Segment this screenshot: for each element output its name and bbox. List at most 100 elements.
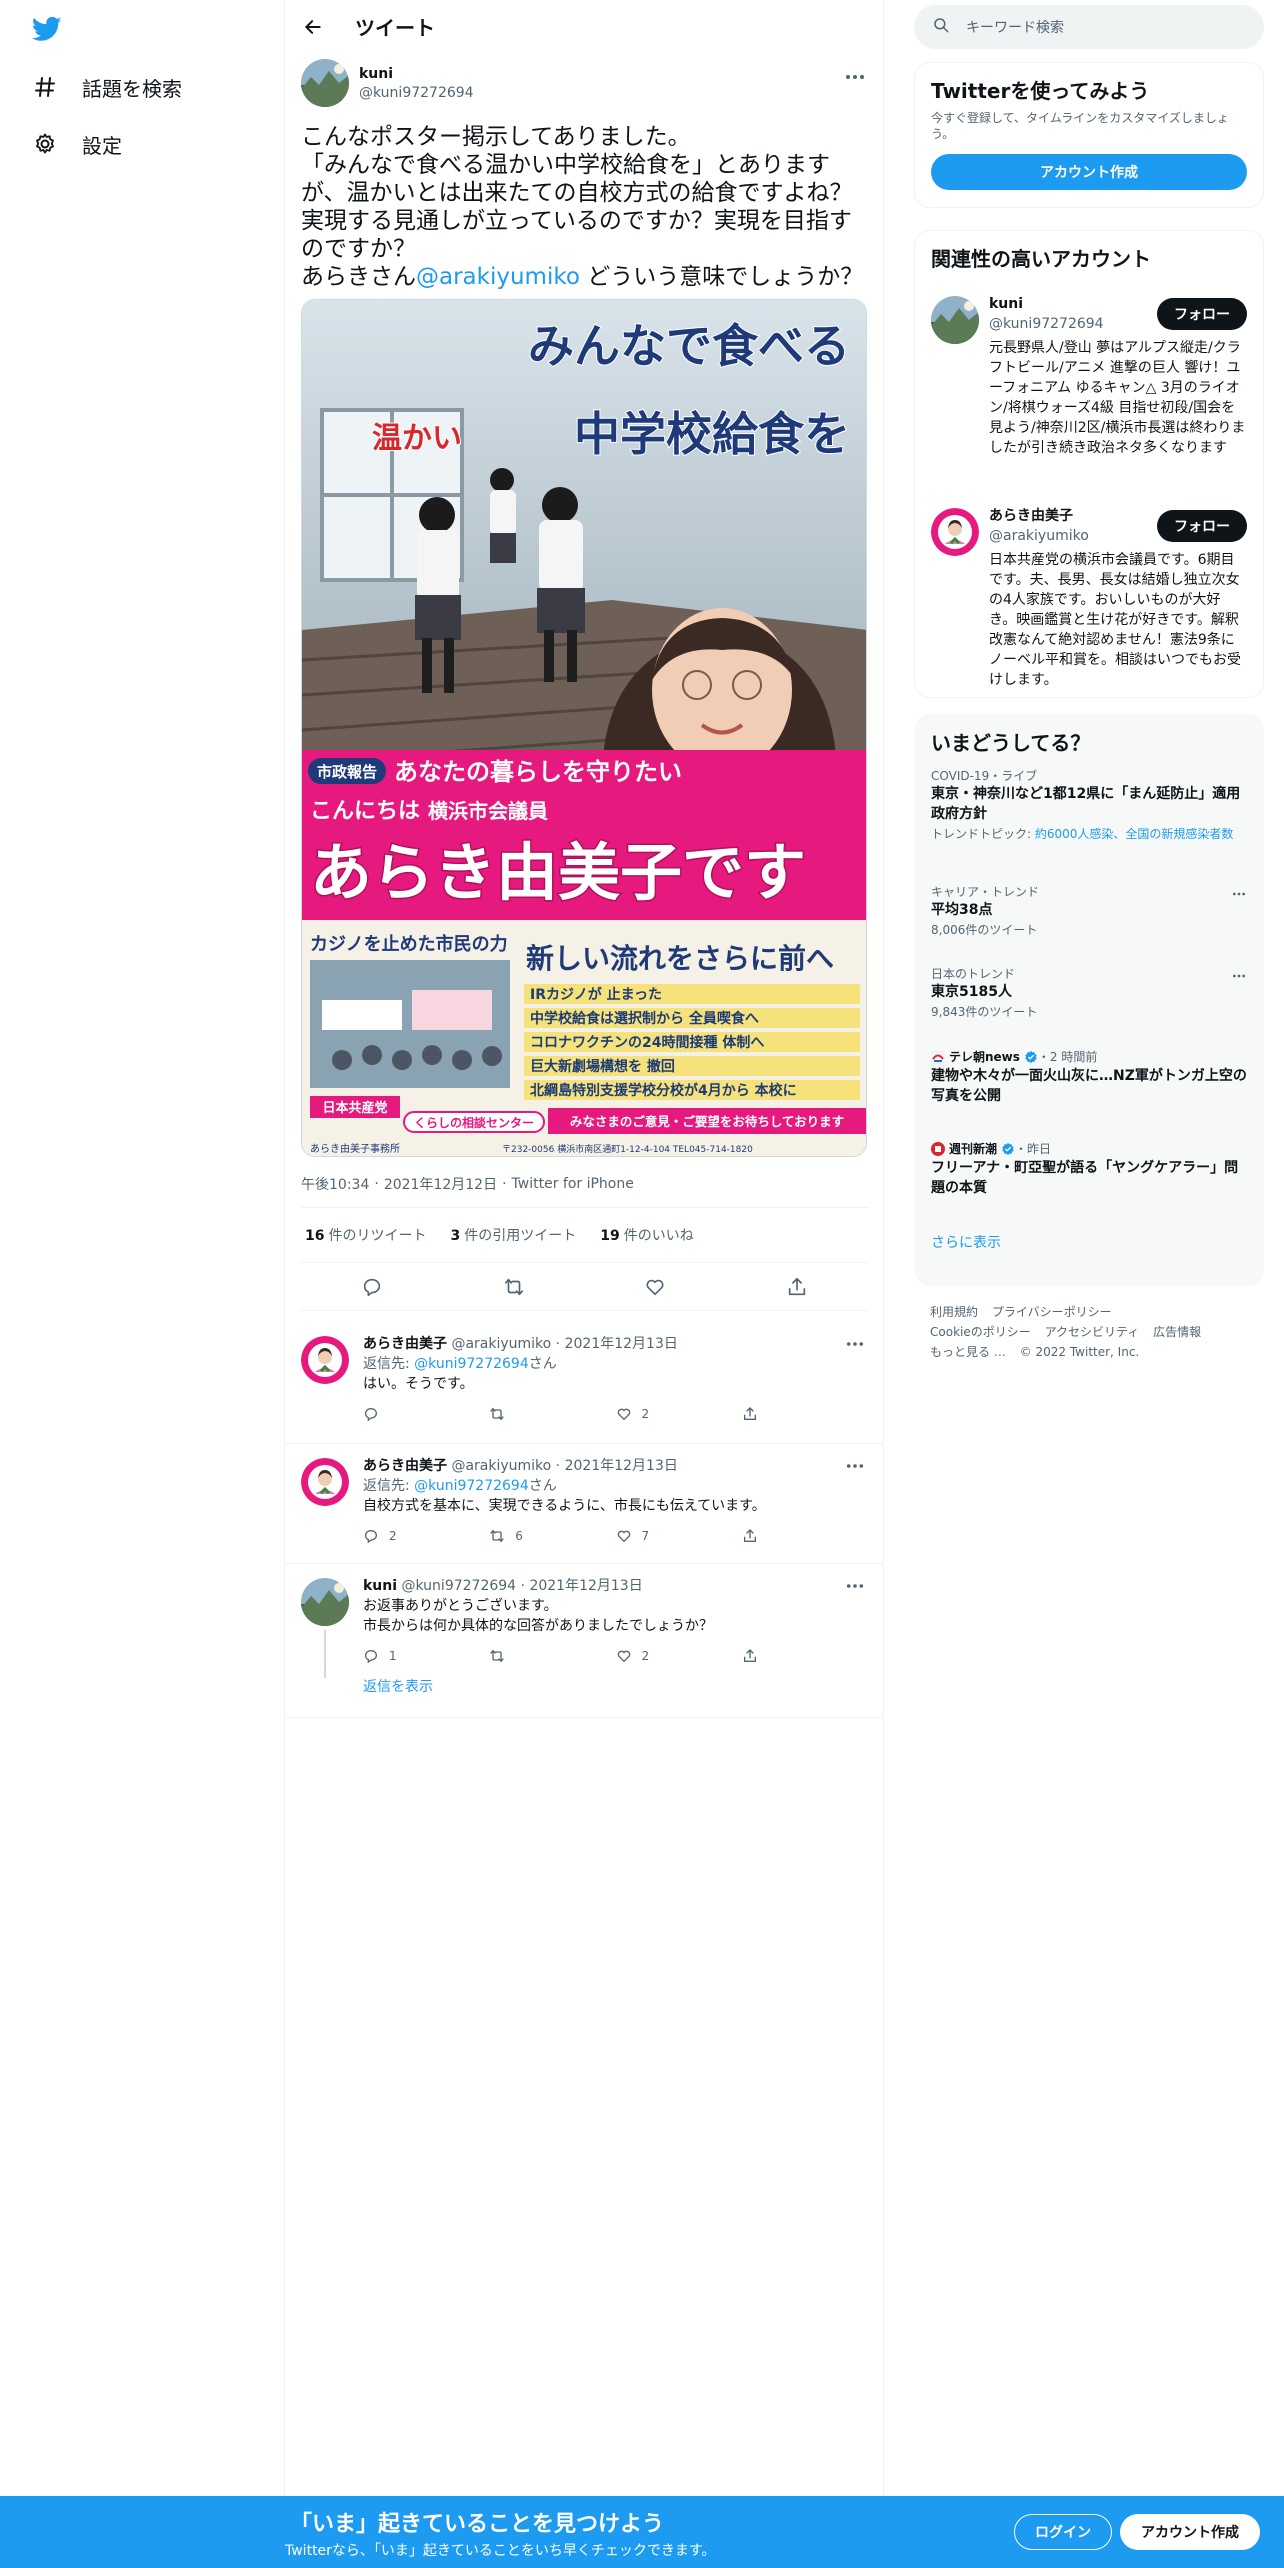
like-button[interactable]: 2 (616, 1646, 742, 1666)
reply-text: はい。そうです。 (363, 1376, 474, 1392)
login-button[interactable]: ログイン (1014, 2514, 1112, 2550)
avatar[interactable] (931, 508, 979, 556)
poster-headline-1: みんなで食べる (528, 319, 850, 373)
more-options-icon[interactable] (1229, 968, 1249, 984)
reply-tweet[interactable]: kuni @kuni97272694 · 2021年12月13日 お返事ありがと… (285, 1564, 884, 1718)
reply-button[interactable]: 1 (363, 1646, 489, 1666)
search-bar[interactable]: キーワード検索 (914, 5, 1264, 49)
reply-date[interactable]: 2021年12月13日 (529, 1578, 642, 1594)
avatar[interactable] (301, 1336, 349, 1384)
poster-request: みなさまのご意見・ご要望をお待ちしております (570, 1114, 844, 1129)
account-item[interactable]: kuni @kuni97272694 元長野県人/登山 夢はアルプス縦走/クラフ… (915, 284, 1263, 496)
share-button[interactable] (742, 1646, 868, 1666)
retweets-stat[interactable]: 16 件のリツイート (301, 1225, 426, 1245)
likes-stat[interactable]: 19 件のいいね (596, 1225, 693, 1245)
reply-to-mention[interactable]: @kuni97272694 (414, 1356, 529, 1372)
reply-button[interactable] (363, 1404, 489, 1424)
reply-icon[interactable] (357, 1272, 387, 1302)
relevant-accounts-card: 関連性の高いアカウント kuni @kuni97272694 元長野県人/登山 … (914, 230, 1264, 698)
avatar[interactable] (301, 1458, 349, 1506)
retweet-button[interactable] (489, 1404, 615, 1424)
reply-to: 返信先: @kuni97272694さん (363, 1354, 868, 1374)
reply-tweet[interactable]: あらき由美子 @arakiyumiko · 2021年12月13日 返信先: @… (285, 1322, 884, 1444)
footer-link-ads[interactable]: 広告情報 (1153, 1325, 1201, 1339)
reply-tweet[interactable]: あらき由美子 @arakiyumiko · 2021年12月13日 返信先: @… (285, 1444, 884, 1564)
poster-headline-2: 中学校給食を (574, 407, 850, 461)
reply-author-name[interactable]: あらき由美子 (363, 1336, 447, 1352)
more-options-icon[interactable] (842, 1578, 868, 1594)
reply-author-name[interactable]: あらき由美子 (363, 1458, 447, 1474)
trend-item[interactable]: キャリア・トレンド 平均38点 8,006件のツイート (915, 884, 1263, 966)
news-item[interactable]: テレ朝news ・2 時間前 建物や木々が一面火山灰に…NZ軍がトンガ上空の写真… (915, 1048, 1263, 1140)
share-button[interactable] (742, 1404, 868, 1424)
like-icon[interactable] (640, 1272, 670, 1302)
poster-name: あらき由美子です (310, 836, 806, 909)
retweet-icon (490, 1408, 504, 1420)
author-name[interactable]: kuni (359, 64, 474, 84)
nav-explore[interactable]: 話題を検索 (18, 63, 196, 111)
follow-button[interactable]: フォロー (1157, 298, 1247, 330)
avatar[interactable] (931, 296, 979, 344)
reply-button[interactable]: 2 (363, 1526, 489, 1546)
show-more-link[interactable]: さらに表示 (915, 1232, 1263, 1252)
nav-settings-label: 設定 (82, 133, 122, 158)
follow-button[interactable]: フォロー (1157, 510, 1247, 542)
reply-header: あらき由美子 @arakiyumiko · 2021年12月13日 (363, 1336, 678, 1352)
retweet-button[interactable]: 6 (489, 1526, 615, 1546)
tweet-client[interactable]: Twitter for iPhone (512, 1176, 634, 1192)
footer-link-privacy[interactable]: プライバシーポリシー (992, 1305, 1112, 1319)
share-icon[interactable] (782, 1272, 812, 1302)
reply-header: kuni @kuni97272694 · 2021年12月13日 (363, 1578, 643, 1594)
quotes-stat[interactable]: 3 件の引用ツイート (446, 1225, 576, 1245)
news-source: テレ朝news ・2 時間前 (931, 1048, 1247, 1066)
like-count: 7 (641, 1529, 650, 1543)
footer-link-more[interactable]: もっと見る … (930, 1345, 1006, 1359)
more-options-icon[interactable] (1229, 886, 1249, 902)
footer-link-accessibility[interactable]: アクセシビリティ (1045, 1325, 1140, 1339)
footer-link-cookies[interactable]: Cookieのポリシー (930, 1325, 1031, 1339)
reply-author-handle[interactable]: @arakiyumiko (451, 1458, 551, 1474)
retweet-button[interactable] (489, 1646, 615, 1666)
reply-author-handle[interactable]: @arakiyumiko (451, 1336, 551, 1352)
back-arrow-icon[interactable] (301, 15, 325, 39)
search-input[interactable]: キーワード検索 (966, 17, 1064, 37)
reply-author-name[interactable]: kuni (363, 1578, 397, 1594)
account-item[interactable]: あらき由美子 @arakiyumiko 日本共産党の横浜市会議員です。6期目です… (915, 496, 1263, 692)
more-options-icon[interactable] (842, 1458, 868, 1474)
like-button[interactable]: 7 (616, 1526, 742, 1546)
avatar[interactable] (301, 59, 349, 107)
reply-date[interactable]: 2021年12月13日 (565, 1458, 678, 1474)
tweet-date[interactable]: 2021年12月12日 (384, 1174, 497, 1194)
reply-header: あらき由美子 @arakiyumiko · 2021年12月13日 (363, 1458, 678, 1474)
tweet-photo[interactable]: みんなで食べる 温かい 中学校給食を 市政報告 あなたの暮らしを守りたい こんに… (301, 299, 867, 1157)
reply-to-mention[interactable]: @kuni97272694 (414, 1478, 529, 1494)
author-handle[interactable]: @kuni97272694 (359, 84, 474, 102)
poster-headline-warm: 温かい (372, 421, 462, 456)
trend-item[interactable]: 日本のトレンド 東京5185人 9,843件のツイート (915, 966, 1263, 1048)
avatar[interactable] (301, 1578, 349, 1626)
retweet-icon[interactable] (499, 1272, 529, 1302)
like-button[interactable]: 2 (616, 1404, 742, 1424)
reply-text: 自校方式を基本に、実現できるように、市長にも伝えています。 (363, 1498, 766, 1514)
news-item[interactable]: 週刊新潮 ・昨日 フリーアナ・町亞聖が語る「ヤングケアラー」問題の本質 (915, 1140, 1263, 1232)
reply-date[interactable]: 2021年12月13日 (565, 1336, 678, 1352)
nav-settings[interactable]: 設定 (18, 120, 136, 168)
more-options-icon[interactable] (842, 67, 868, 87)
signup-button[interactable]: アカウント作成 (1120, 2514, 1260, 2550)
poster-bullet: 中学校給食は選択制から 全員喫食へ (530, 1010, 759, 1027)
footer-link-terms[interactable]: 利用規約 (930, 1305, 978, 1319)
show-replies-link[interactable]: 返信を表示 (363, 1676, 868, 1696)
more-options-icon[interactable] (842, 1336, 868, 1352)
nav-explore-label: 話題を検索 (82, 76, 182, 101)
tweet-time[interactable]: 午後10:34 (301, 1174, 369, 1194)
trend-topic-link[interactable]: 約6000人感染、全国の新規感染者数 (1035, 827, 1234, 841)
reply-author-handle[interactable]: @kuni97272694 (402, 1578, 517, 1594)
share-button[interactable] (742, 1526, 868, 1546)
reply-icon (365, 1408, 377, 1422)
share-icon (743, 1407, 756, 1420)
tweet-header: ツイート (285, 0, 884, 53)
trend-item[interactable]: COVID-19・ライブ 東京・神奈川など1都12県に「まん延防止」適用 政府方… (915, 768, 1263, 884)
mention-link[interactable]: @arakiyumiko (416, 264, 580, 290)
create-account-button[interactable]: アカウント作成 (931, 154, 1247, 190)
twitter-logo-icon[interactable] (30, 14, 64, 44)
